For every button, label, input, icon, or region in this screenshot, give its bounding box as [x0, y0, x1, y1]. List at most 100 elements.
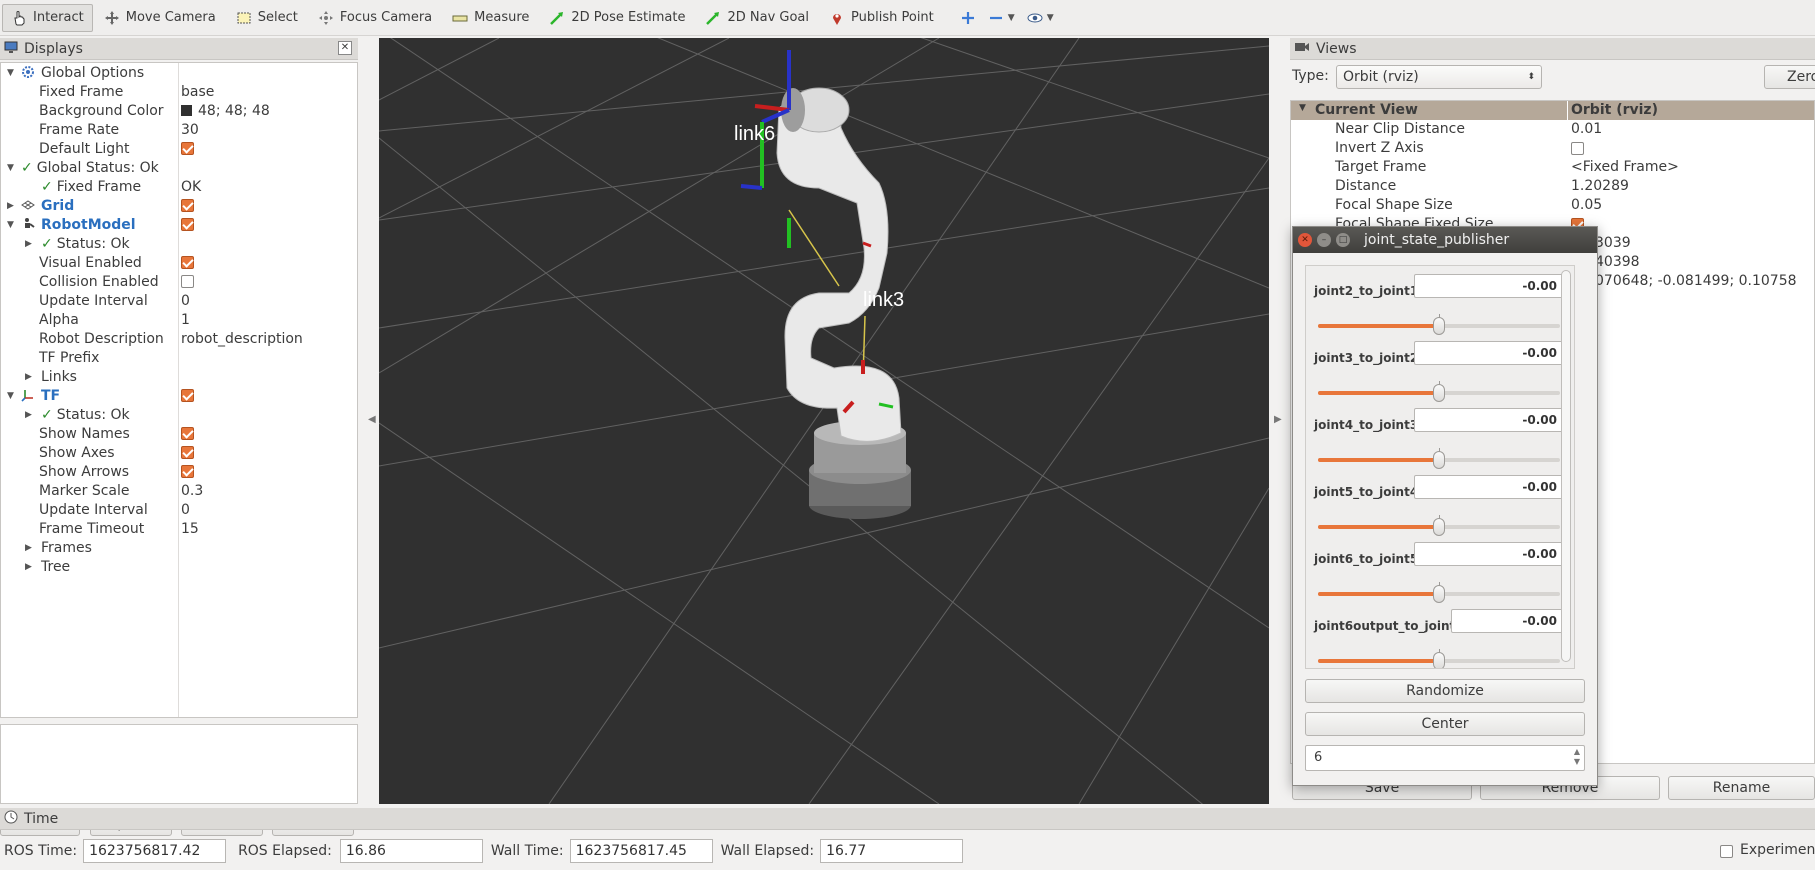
tree-row-tf-prefix[interactable]: TF Prefix: [1, 348, 357, 367]
tree-row-collision-enabled[interactable]: Collision Enabled: [1, 272, 357, 291]
tree-row-update-interval[interactable]: Update Interval 0: [1, 291, 357, 310]
joint-count-spinbox[interactable]: 6 ▲ ▼: [1305, 745, 1585, 771]
randomize-button[interactable]: Randomize: [1305, 679, 1585, 703]
publish-point-tool-button[interactable]: Publish Point: [820, 4, 943, 32]
tree-row-show-arrows[interactable]: Show Arrows: [1, 462, 357, 481]
joint-slider[interactable]: [1318, 582, 1560, 603]
joint-value-field[interactable]: -0.00: [1414, 475, 1564, 499]
measure-tool-button[interactable]: Measure: [443, 4, 538, 32]
wall-time-field[interactable]: 1623756817.45: [569, 839, 713, 863]
views-row-focal-shape-size[interactable]: Focal Shape Size 0.05: [1291, 196, 1814, 215]
views-row-value[interactable]: 0.01: [1571, 121, 1602, 137]
default-light-checkbox[interactable]: [181, 142, 194, 159]
tree-row-value[interactable]: 0: [181, 502, 190, 518]
wall-elapsed-field[interactable]: 16.77: [820, 839, 964, 863]
tree-row-show-axes[interactable]: Show Axes: [1, 443, 357, 462]
joint-slider[interactable]: [1318, 515, 1560, 536]
expand-arrow-icon[interactable]: ▼: [7, 68, 17, 78]
expand-arrow-icon[interactable]: ▼: [7, 163, 17, 173]
rename-view-button[interactable]: Rename: [1668, 776, 1815, 800]
visual-enabled-checkbox[interactable]: [181, 256, 194, 273]
joint-value-field[interactable]: -0.00: [1451, 609, 1564, 633]
spin-arrows-icon[interactable]: ▲ ▼: [1574, 747, 1580, 767]
jsp-title-bar[interactable]: ✕ – □ joint_state_publisher: [1293, 227, 1597, 253]
ros-time-field[interactable]: 1623756817.42: [83, 839, 227, 863]
tree-row-background-color[interactable]: Background Color 48; 48; 48: [1, 101, 357, 120]
tree-row-robot-description[interactable]: Robot Description robot_description: [1, 329, 357, 348]
slider-handle[interactable]: [1433, 585, 1445, 603]
joint-slider[interactable]: [1318, 381, 1560, 402]
tree-row-global-options[interactable]: ▼ Global Options: [1, 63, 357, 82]
slider-handle[interactable]: [1433, 518, 1445, 536]
tree-row-global-status[interactable]: ▼ ✓ Global Status: Ok: [1, 158, 357, 177]
slider-handle[interactable]: [1433, 384, 1445, 402]
tree-row-value[interactable]: 30: [181, 122, 199, 138]
expand-arrow-icon[interactable]: ▼: [7, 391, 17, 401]
collapse-left-arrow-icon[interactable]: ◀: [368, 414, 376, 425]
invert-z-checkbox[interactable]: [1571, 142, 1584, 159]
remove-tool-button[interactable]: ▼: [983, 4, 1020, 32]
expand-arrow-icon[interactable]: ▶: [25, 562, 35, 572]
tf-enabled-checkbox[interactable]: [181, 389, 194, 406]
expand-arrow-icon[interactable]: ▼: [7, 220, 17, 230]
minimize-icon[interactable]: –: [1317, 233, 1331, 247]
views-row-value[interactable]: 40398: [1595, 254, 1640, 270]
joint-value-field[interactable]: -0.00: [1414, 542, 1564, 566]
maximize-icon[interactable]: □: [1336, 233, 1350, 247]
tree-row-value[interactable]: robot_description: [181, 331, 303, 347]
show-arrows-checkbox[interactable]: [181, 465, 194, 482]
collision-enabled-checkbox[interactable]: [181, 275, 194, 292]
joint-value-field[interactable]: -0.00: [1414, 341, 1564, 365]
joint-value-field[interactable]: -0.00: [1414, 408, 1564, 432]
tree-row-alpha[interactable]: Alpha 1: [1, 310, 357, 329]
move-camera-tool-button[interactable]: Move Camera: [95, 4, 225, 32]
tree-row-fixed-frame-status[interactable]: ✓ Fixed Frame OK: [1, 177, 357, 196]
tree-row-tf-update-interval[interactable]: Update Interval 0: [1, 500, 357, 519]
view-type-dropdown[interactable]: Orbit (rviz) ⬍: [1336, 65, 1542, 89]
tree-row-value[interactable]: base: [181, 84, 214, 100]
expand-arrow-icon[interactable]: ▼: [1299, 103, 1306, 113]
tree-row-tree[interactable]: ▶ Tree: [1, 557, 357, 576]
joint-slider[interactable]: [1318, 448, 1560, 469]
center-button[interactable]: Center: [1305, 712, 1585, 736]
zero-button[interactable]: Zero: [1764, 65, 1815, 89]
focus-camera-tool-button[interactable]: Focus Camera: [309, 4, 441, 32]
expand-arrow-icon[interactable]: ▶: [25, 239, 35, 249]
add-tool-button[interactable]: [955, 4, 981, 32]
select-tool-button[interactable]: Select: [227, 4, 307, 32]
grid-enabled-checkbox[interactable]: [181, 199, 194, 216]
show-axes-checkbox[interactable]: [181, 446, 194, 463]
tree-row-value[interactable]: 48; 48; 48: [181, 103, 270, 119]
views-row-value[interactable]: 1.20289: [1571, 178, 1629, 194]
tree-row-frame-timeout[interactable]: Frame Timeout 15: [1, 519, 357, 538]
experimental-checkbox[interactable]: [1720, 845, 1733, 858]
tree-row-frames[interactable]: ▶ Frames: [1, 538, 357, 557]
show-names-checkbox[interactable]: [181, 427, 194, 444]
tree-row-marker-scale[interactable]: Marker Scale 0.3: [1, 481, 357, 500]
tree-row-value[interactable]: 1: [181, 312, 190, 328]
tree-row-visual-enabled[interactable]: Visual Enabled: [1, 253, 357, 272]
robotmodel-enabled-checkbox[interactable]: [181, 218, 194, 235]
joint-slider[interactable]: [1318, 314, 1560, 335]
vertical-scrollbar[interactable]: [1561, 270, 1571, 662]
2d-pose-estimate-tool-button[interactable]: 2D Pose Estimate: [540, 4, 694, 32]
tree-row-tf-status[interactable]: ▶ ✓ Status: Ok: [1, 405, 357, 424]
tree-row-robotmodel[interactable]: ▼ RobotModel: [1, 215, 357, 234]
views-row-invert-z[interactable]: Invert Z Axis: [1291, 139, 1814, 159]
tree-row-frame-rate[interactable]: Frame Rate 30: [1, 120, 357, 139]
views-row-value[interactable]: <Fixed Frame>: [1571, 159, 1679, 175]
close-icon[interactable]: ✕: [338, 41, 352, 55]
tree-row-fixed-frame[interactable]: Fixed Frame base: [1, 82, 357, 101]
tree-row-show-names[interactable]: Show Names: [1, 424, 357, 443]
ros-elapsed-field[interactable]: 16.86: [339, 839, 483, 863]
tree-row-value[interactable]: 0: [181, 293, 190, 309]
slider-handle[interactable]: [1433, 652, 1445, 668]
tree-row-robotmodel-status[interactable]: ▶ ✓ Status: Ok: [1, 234, 357, 253]
tree-row-links[interactable]: ▶ Links: [1, 367, 357, 386]
current-view-header-row[interactable]: ▼ Current View Orbit (rviz): [1291, 101, 1814, 120]
panels-menu-button[interactable]: ▼: [1022, 4, 1059, 32]
close-icon[interactable]: ✕: [1298, 233, 1312, 247]
views-row-value[interactable]: 0.05: [1571, 197, 1602, 213]
expand-arrow-icon[interactable]: ▶: [7, 201, 17, 211]
views-row-near-clip[interactable]: Near Clip Distance 0.01: [1291, 120, 1814, 139]
